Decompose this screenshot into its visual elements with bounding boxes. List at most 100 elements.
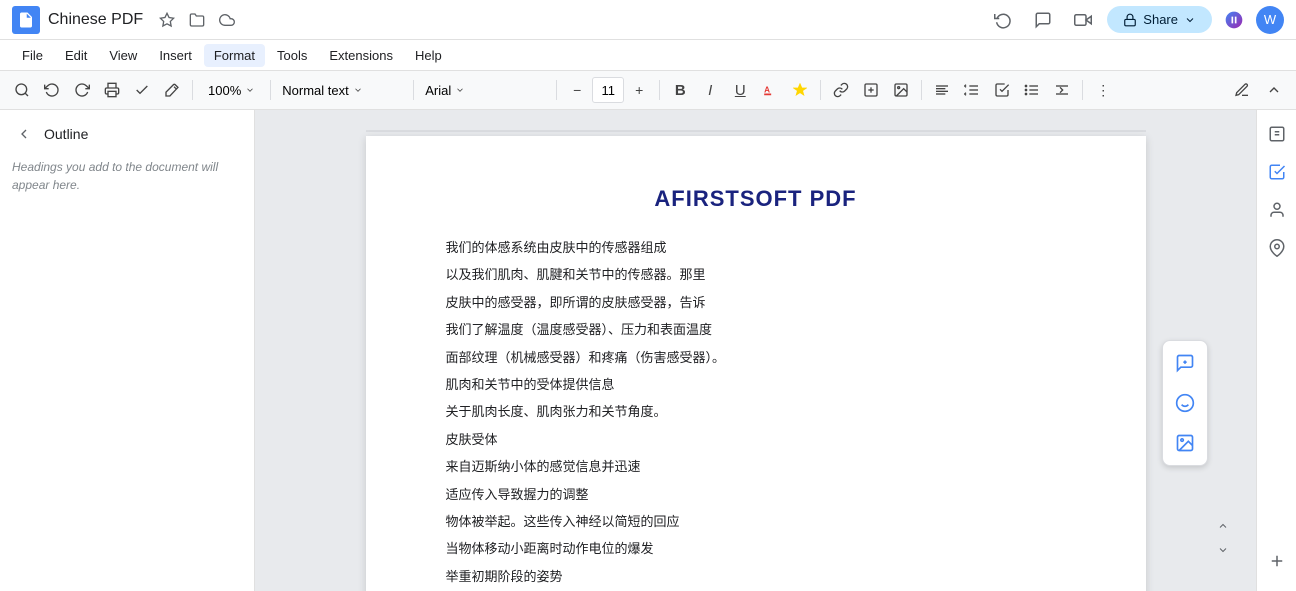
page-down-btn[interactable] (1212, 539, 1234, 561)
para-7: 关于肌肉长度、肌肉张力和关节角度。 (446, 400, 1066, 423)
ruler: | 1 2 3 4 5 6 7 (366, 130, 1146, 132)
toolbar-right (1228, 76, 1288, 104)
add-comment-btn[interactable] (1167, 345, 1203, 381)
title-icons (155, 8, 239, 32)
menu-format[interactable]: Format (204, 44, 265, 67)
page: AFIRSTSOFT PDF 我们的体感系统由皮肤中的传感器组成 以及我们肌肉、… (366, 136, 1146, 591)
search-toolbar-btn[interactable] (8, 76, 36, 104)
decrease-font-btn[interactable]: − (563, 76, 591, 104)
add-panel-btn[interactable] (1268, 552, 1286, 583)
maps-panel-btn[interactable] (1261, 232, 1293, 264)
edit-mode-btn[interactable] (1228, 76, 1256, 104)
font-select[interactable]: Arial (420, 76, 550, 104)
font-size-area: − + (563, 76, 653, 104)
insert-image-btn[interactable] (887, 76, 915, 104)
para-13: 举重初期阶段的姿势 (446, 565, 1066, 588)
link-btn[interactable] (827, 76, 855, 104)
doc-title: Chinese PDF (48, 11, 143, 29)
para-4: 我们了解温度（温度感受器）、压力和表面温度 (446, 318, 1066, 341)
undo-btn[interactable] (38, 76, 66, 104)
print-btn[interactable] (98, 76, 126, 104)
font-size-input[interactable] (592, 77, 624, 103)
add-image-btn[interactable] (1167, 425, 1203, 461)
italic-btn[interactable]: I (696, 76, 724, 104)
menu-tools[interactable]: Tools (267, 44, 317, 67)
gemini-icon[interactable] (1220, 6, 1248, 34)
sidebar-hint: Headings you add to the document will ap… (12, 158, 242, 194)
para-12: 当物体移动小距离时动作电位的爆发 (446, 537, 1066, 560)
collapse-btn[interactable] (1260, 76, 1288, 104)
menu-view[interactable]: View (99, 44, 147, 67)
menu-bar: File Edit View Insert Format Tools Exten… (0, 40, 1296, 70)
page-content[interactable]: 我们的体感系统由皮肤中的传感器组成 以及我们肌肉、肌腱和关节中的传感器。那里 皮… (446, 236, 1066, 591)
sidebar-back-btn[interactable] (12, 122, 36, 146)
app-icon (12, 6, 40, 34)
style-select[interactable]: Normal text (277, 76, 407, 104)
bold-btn[interactable]: B (666, 76, 694, 104)
sidebar-header: Outline (12, 122, 242, 146)
bullet-list-btn[interactable] (1018, 76, 1046, 104)
add-emoji-btn[interactable] (1167, 385, 1203, 421)
paint-format-btn[interactable] (158, 76, 186, 104)
spellcheck-btn[interactable] (128, 76, 156, 104)
cloud-icon[interactable] (215, 8, 239, 32)
increase-font-btn[interactable]: + (625, 76, 653, 104)
video-icon[interactable] (1067, 4, 1099, 36)
right-panel (1256, 110, 1296, 591)
star-icon[interactable] (155, 8, 179, 32)
divider-7 (921, 80, 922, 100)
menu-insert[interactable]: Insert (149, 44, 202, 67)
para-5: 面部纹理（机械感受器）和疼痛（伤害感受器）。 (446, 346, 1066, 369)
page-up-btn[interactable] (1212, 515, 1234, 537)
zoom-select[interactable]: 100% (199, 76, 264, 104)
para-1: 我们的体感系统由皮肤中的传感器组成 (446, 236, 1066, 259)
contacts-panel-btn[interactable] (1261, 194, 1293, 226)
divider-4 (556, 80, 557, 100)
insert-link-btn[interactable] (857, 76, 885, 104)
checklist-btn[interactable] (988, 76, 1016, 104)
para-9: 来自迈斯纳小体的感觉信息并迅速 (446, 455, 1066, 478)
divider-8 (1082, 80, 1083, 100)
main-area: Outline Headings you add to the document… (0, 110, 1296, 591)
redo-btn[interactable] (68, 76, 96, 104)
toolbar: 100% Normal text Arial − + B I U A (0, 70, 1296, 110)
float-actions (1162, 340, 1208, 466)
para-3: 皮肤中的感受器，即所谓的皮肤感受器，告诉 (446, 291, 1066, 314)
notes-panel-btn[interactable] (1261, 118, 1293, 150)
menu-help[interactable]: Help (405, 44, 452, 67)
more-options-btn[interactable]: ⋮ (1089, 76, 1117, 104)
tasks-panel-btn[interactable] (1261, 156, 1293, 188)
menu-file[interactable]: File (12, 44, 53, 67)
divider-1 (192, 80, 193, 100)
para-2: 以及我们肌肉、肌腱和关节中的传感器。那里 (446, 263, 1066, 286)
menu-extensions[interactable]: Extensions (319, 44, 403, 67)
share-button[interactable]: Share (1107, 6, 1212, 33)
doc-area[interactable]: | 1 2 3 4 5 6 7 AFIRSTSOFT PDF 我们的体感系统由皮… (255, 110, 1256, 591)
para-8: 皮肤受体 (446, 428, 1066, 451)
svg-text:A: A (764, 85, 770, 94)
divider-3 (413, 80, 414, 100)
underline-btn[interactable]: U (726, 76, 754, 104)
line-spacing-btn[interactable] (958, 76, 986, 104)
avatar[interactable]: W (1256, 6, 1284, 34)
folder-icon[interactable] (185, 8, 209, 32)
highlight-btn[interactable] (786, 76, 814, 104)
para-11: 物体被举起。这些传入神经以简短的回应 (446, 510, 1066, 533)
page-title: AFIRSTSOFT PDF (446, 186, 1066, 212)
sidebar-title: Outline (44, 126, 88, 142)
comment-icon[interactable] (1027, 4, 1059, 36)
sidebar: Outline Headings you add to the document… (0, 110, 255, 591)
page-nav (1212, 515, 1234, 561)
font-color-btn[interactable]: A (756, 76, 784, 104)
divider-2 (270, 80, 271, 100)
title-right: Share W (987, 4, 1284, 36)
title-bar: Chinese PDF Share (0, 0, 1296, 40)
divider-6 (820, 80, 821, 100)
divider-5 (659, 80, 660, 100)
align-btn[interactable] (928, 76, 956, 104)
para-6: 肌肉和关节中的受体提供信息 (446, 373, 1066, 396)
indent-btn[interactable] (1048, 76, 1076, 104)
para-10: 适应传入导致握力的调整 (446, 483, 1066, 506)
menu-edit[interactable]: Edit (55, 44, 97, 67)
history-icon[interactable] (987, 4, 1019, 36)
